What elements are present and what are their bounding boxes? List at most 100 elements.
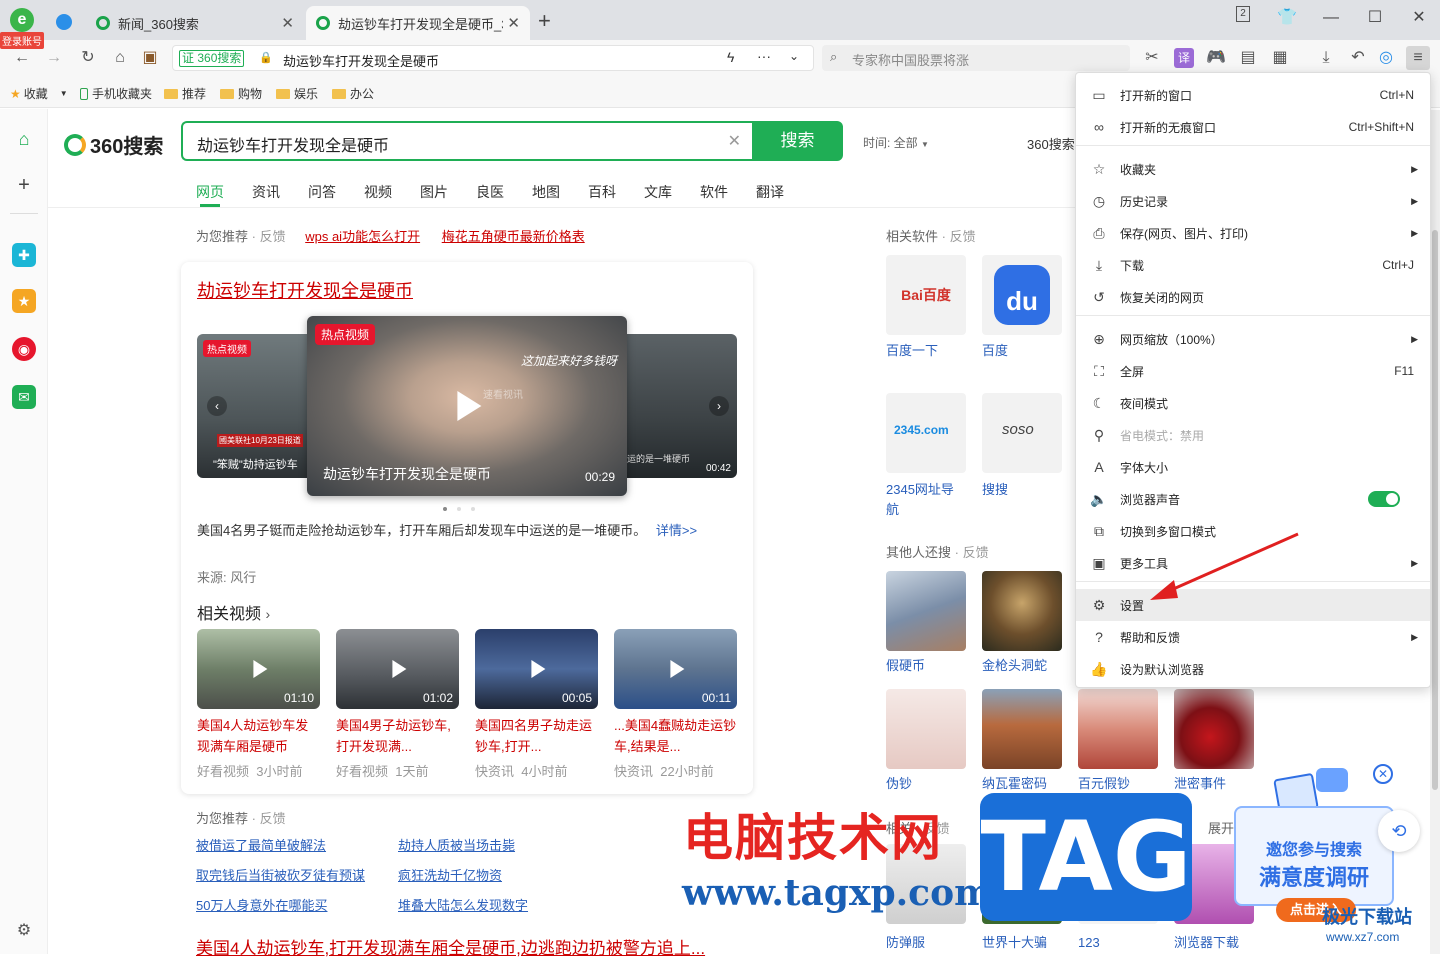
software-label[interactable]: 搜搜 (982, 480, 1008, 500)
related-label[interactable]: 防弹服 (886, 933, 925, 953)
others-image[interactable] (982, 689, 1062, 769)
mail-icon[interactable]: ✉ (12, 385, 36, 409)
dot[interactable] (457, 507, 461, 511)
carousel-right-arrow[interactable]: › (709, 396, 729, 416)
bookmark-folder-recommend[interactable]: 推荐 (164, 85, 206, 102)
feedback-link[interactable]: · 反馈 (942, 229, 976, 244)
home-icon[interactable]: ⌂ (12, 127, 36, 151)
related-video-title[interactable]: 美国4男子劫运钞车,打开发现满... (336, 715, 460, 757)
tab-7[interactable]: 百科 (588, 182, 616, 202)
menu-item-save[interactable]: ⎙ 保存(网页、图片、打印) ▶ (1076, 217, 1430, 249)
related-label[interactable]: 浏览器下载 (1174, 933, 1239, 953)
tab-5[interactable]: 良医 (476, 182, 504, 202)
carousel-dots[interactable] (443, 507, 475, 511)
recommend-link[interactable]: wps ai功能怎么打开 (305, 229, 420, 244)
carousel-next-video[interactable]: 运的是一堆硬币 00:42 › (617, 334, 737, 478)
related-label[interactable]: 123 (1078, 933, 1100, 953)
menu-item-restore[interactable]: ↺ 恢复关闭的网页 (1076, 281, 1430, 313)
tab-current[interactable]: 劫运钞车打开发现全是硬币_3( ✕ (306, 6, 530, 40)
close-tab-icon[interactable]: ✕ (281, 14, 294, 32)
tab-10[interactable]: 翻译 (756, 182, 784, 202)
page-scrollbar[interactable] (1430, 110, 1440, 954)
tab-1[interactable]: 资讯 (252, 182, 280, 202)
dot[interactable] (471, 507, 475, 511)
tab-2[interactable]: 问答 (308, 182, 336, 202)
360-search-link[interactable]: 360搜索 (1027, 134, 1075, 153)
feedback-link[interactable]: · 反馈 (252, 229, 286, 244)
search-input[interactable]: 劫运钞车打开发现全是硬币 ✕ (181, 121, 753, 161)
home-icon[interactable]: ⌂ (110, 48, 130, 68)
bookmark-favorites[interactable]: ★ 收藏 ▼ (10, 85, 68, 102)
others-label[interactable]: 金枪头洞蛇 (982, 656, 1047, 676)
related-label[interactable]: 世界十大骗 (982, 933, 1047, 953)
carousel-prev-video[interactable]: 热点视频 國美联社10月23日报道 "笨贼"劫持运钞车 ‹ (197, 334, 317, 478)
survey-close-icon[interactable]: ✕ (1373, 764, 1393, 784)
2345-logo[interactable]: 2345.com (886, 393, 966, 473)
result-title[interactable]: 劫运钞车打开发现全是硬币 (197, 277, 413, 303)
play-icon[interactable] (391, 660, 406, 678)
bookmark-folder-office[interactable]: 办公 (332, 85, 374, 102)
menu-icon[interactable]: ≡ (1406, 46, 1430, 70)
menu-item-speaker[interactable]: 🔈 浏览器声音 (1076, 483, 1430, 515)
search-button[interactable]: 搜索 (752, 121, 843, 161)
tab-4[interactable]: 图片 (420, 182, 448, 202)
maximize-button[interactable]: ☐ (1360, 6, 1390, 30)
new-tab-button[interactable]: + (538, 8, 551, 34)
bottom-result-title[interactable]: 美国4人劫运钞车,打开发现满车厢全是硬币,边逃跑边扔被警方追上... (196, 934, 705, 959)
recommend-link[interactable]: 梅花五角硬币最新价格表 (442, 229, 585, 244)
others-label[interactable]: 纳瓦霍密码 (982, 774, 1047, 794)
refresh-icon[interactable]: ↻ (78, 48, 98, 68)
menu-item-zoom[interactable]: ⊕ 网页缩放（100%） ▶ (1076, 323, 1430, 355)
flash-icon[interactable]: ϟ (727, 49, 734, 65)
game-icon[interactable]: 🎮 (1206, 48, 1226, 68)
related-video-thumb[interactable]: 01:10 (197, 629, 320, 709)
chevron-down-icon[interactable]: ⌄ (789, 49, 799, 63)
weibo-icon[interactable]: ◉ (12, 337, 36, 361)
toolbar-search-box[interactable]: ⌕ 专家称中国股票将涨 (822, 45, 1130, 71)
tab-news[interactable]: 新闻_360搜索 ✕ (86, 6, 304, 40)
menu-item-history[interactable]: ◷ 历史记录 ▶ (1076, 185, 1430, 217)
baidu-app-logo[interactable]: du (982, 255, 1062, 335)
main-video-player[interactable]: 热点视频 这加起来好多钱呀 速看视讯 劫运钞车打开发现全是硬币 00:29 (307, 316, 627, 496)
tab-count-badge[interactable]: 2 (1236, 6, 1250, 22)
settings-gear-icon[interactable]: ⚙ (12, 919, 36, 943)
software-label[interactable]: 2345网址导航 (886, 480, 966, 520)
clear-icon[interactable]: ✕ (728, 131, 741, 151)
sound-toggle[interactable] (1368, 491, 1400, 507)
carousel-left-arrow[interactable]: ‹ (207, 396, 227, 416)
translate-icon[interactable]: 译 (1174, 48, 1194, 68)
related-video-title[interactable]: 美国4人劫运钞车发现满车厢是硬币 (197, 715, 321, 757)
security-icon[interactable]: ◎ (1376, 48, 1396, 68)
menu-item-font-size[interactable]: A 字体大小 (1076, 451, 1430, 483)
tab-3[interactable]: 视频 (364, 182, 392, 202)
360-search-logo[interactable]: 360搜索 (64, 130, 163, 159)
briefcase-icon[interactable]: ▣ (140, 48, 160, 68)
tab-8[interactable]: 文库 (644, 182, 672, 202)
bookmark-folder-entertainment[interactable]: 娱乐 (276, 85, 318, 102)
clover-icon[interactable]: ✚ (12, 243, 36, 267)
others-image[interactable] (1174, 689, 1254, 769)
others-label[interactable]: 百元假钞 (1078, 774, 1130, 794)
scissors-icon[interactable]: ✂ (1142, 48, 1162, 68)
menu-item-fullscreen[interactable]: ⛶ 全屏 F11 (1076, 355, 1430, 387)
related-video-thumb[interactable]: 01:02 (336, 629, 459, 709)
recommend2-link[interactable]: 取完钱后当街被砍歹徒有预谋 (196, 865, 365, 884)
play-icon[interactable] (252, 660, 267, 678)
others-label[interactable]: 泄密事件 (1174, 774, 1226, 794)
more-dots-icon[interactable]: ··· (757, 48, 771, 64)
menu-item-help[interactable]: ? 帮助和反馈 ▶ (1076, 621, 1430, 653)
soso-logo[interactable]: soso (982, 393, 1062, 473)
forward-icon[interactable]: → (44, 48, 64, 68)
tab-6[interactable]: 地图 (532, 182, 560, 202)
back-icon[interactable]: ← (12, 48, 32, 68)
send-icon[interactable] (56, 14, 72, 30)
menu-item-thumbs-up[interactable]: 👍 设为默认浏览器 (1076, 653, 1430, 685)
related-videos-heading[interactable]: 相关视频 › (197, 600, 270, 624)
favorite-star-icon[interactable]: ★ (12, 289, 36, 313)
related-video-title[interactable]: ...美国4蠢贼劫走运钞车,结果是... (614, 715, 738, 757)
dot-active[interactable] (443, 507, 447, 511)
add-icon[interactable]: + (12, 173, 36, 197)
undo-icon[interactable]: ↶ (1348, 48, 1368, 68)
skin-icon[interactable]: 👕 (1272, 6, 1302, 30)
address-bar[interactable]: 证 360搜索 🔒 劫运钞车打开发现全是硬币 ϟ ··· ⌄ (172, 45, 814, 71)
